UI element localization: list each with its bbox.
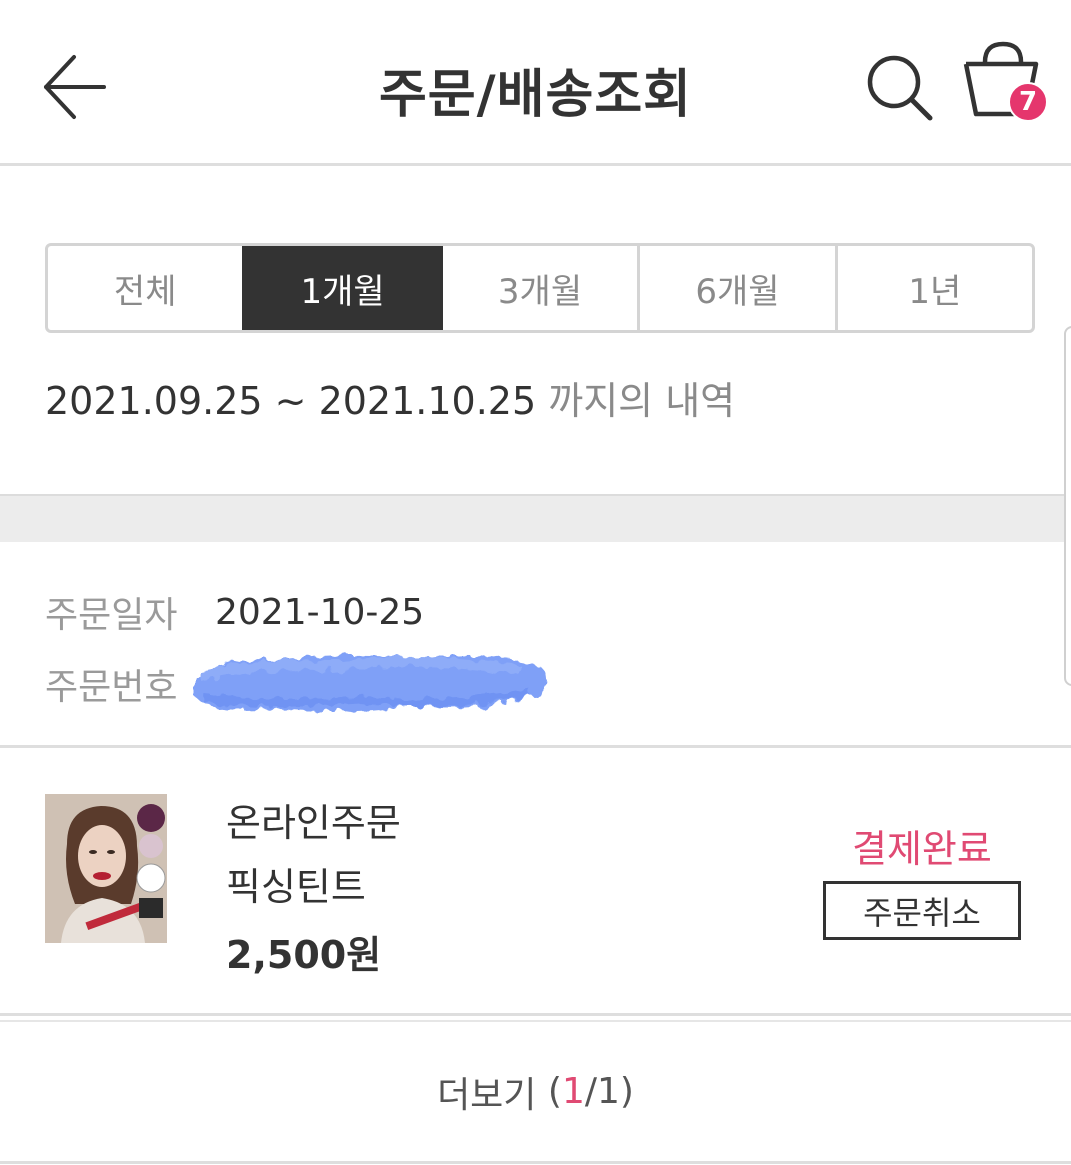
cancel-order-button[interactable]: 주문취소 (823, 881, 1021, 940)
product-price: 2,500원 (226, 933, 382, 977)
order-date-value: 2021-10-25 (215, 591, 425, 633)
top-header: 주문/배송조회 7 (0, 0, 1071, 166)
order-date-label: 주문일자 (45, 595, 178, 636)
order-info: 주문일자 2021-10-25 주문번호 (0, 542, 1071, 748)
period-filter-tabs: 전체 1개월 3개월 6개월 1년 (45, 243, 1035, 333)
product-name[interactable]: 픽싱틴트 (226, 856, 366, 911)
load-more-open: ( (547, 1071, 562, 1112)
order-item: 온라인주문 픽싱틴트 2,500원 결제완료 주문취소 (0, 748, 1071, 1016)
redaction-scribble (194, 655, 547, 712)
scrollbar-handle[interactable] (1064, 326, 1071, 686)
tab-all[interactable]: 전체 (48, 246, 242, 330)
load-more-label: 더보기 (437, 1074, 537, 1116)
section-divider (0, 494, 1071, 542)
date-range-suffix: 까지의 내역 (548, 379, 736, 423)
tab-6-months[interactable]: 6개월 (637, 246, 834, 330)
search-button[interactable] (864, 52, 934, 122)
load-more-current-page: 1 (561, 1071, 585, 1112)
load-more-total-pages: 1 (596, 1071, 620, 1112)
product-image (45, 794, 167, 943)
load-more-close: ) (619, 1071, 634, 1112)
tab-3-months[interactable]: 3개월 (439, 246, 637, 330)
cart-count-badge: 7 (1008, 82, 1048, 122)
order-channel: 온라인주문 (226, 801, 401, 845)
load-more-separator: / (584, 1071, 597, 1112)
product-thumbnail[interactable] (45, 794, 167, 943)
tab-1-month[interactable]: 1개월 (242, 246, 440, 330)
search-icon (867, 55, 933, 121)
date-range-text: 2021.09.25 ~ 2021.10.25 까지의 내역 (45, 370, 735, 425)
order-date-row: 주문일자 2021-10-25 (45, 586, 424, 638)
date-range-value: 2021.09.25 ~ 2021.10.25 (45, 379, 537, 423)
load-more-button[interactable]: 더보기 (1/1) (0, 1020, 1071, 1164)
order-status: 결제완료 (852, 827, 992, 871)
tab-1-year[interactable]: 1년 (834, 246, 1032, 330)
